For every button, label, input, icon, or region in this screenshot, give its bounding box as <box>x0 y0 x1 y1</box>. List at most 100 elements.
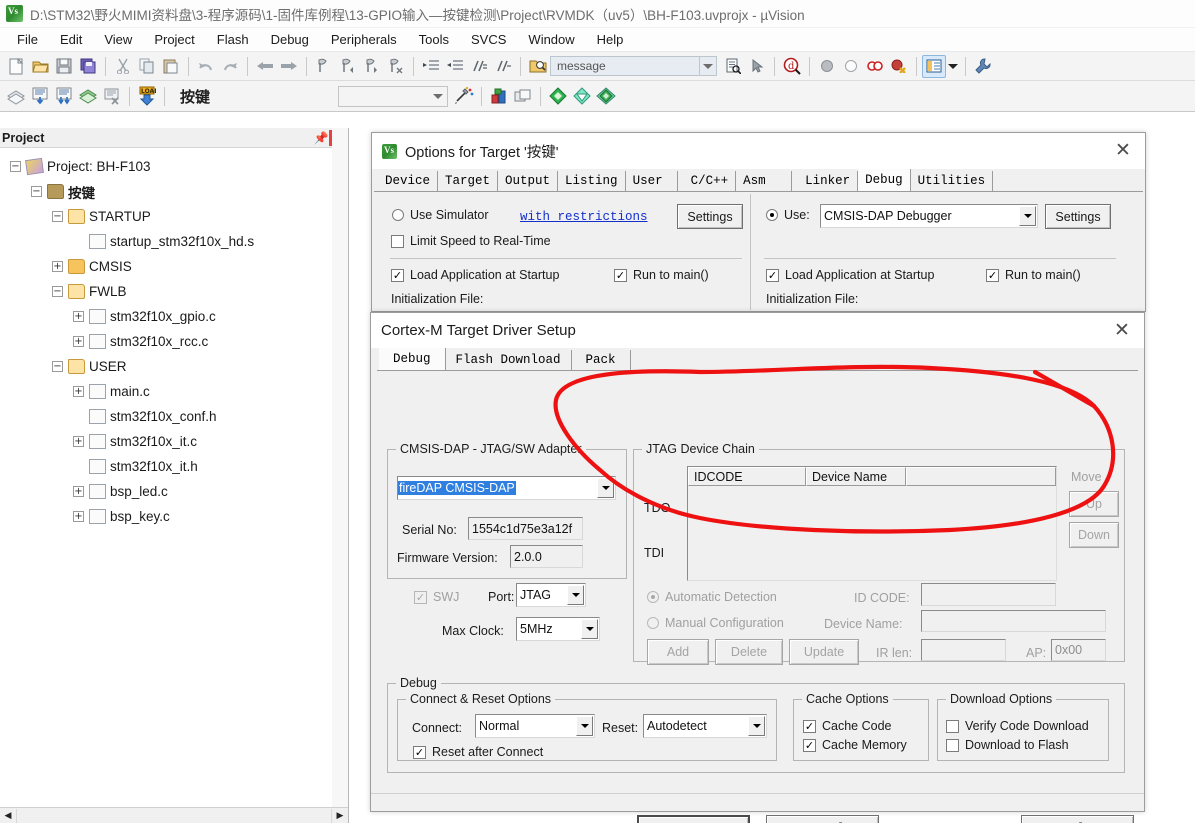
help-button[interactable]: Help <box>1021 815 1134 823</box>
scroll-thumb[interactable] <box>16 808 332 823</box>
chevron-down-icon[interactable] <box>581 619 598 639</box>
chevron-down-icon[interactable] <box>748 716 765 736</box>
menu-item-view[interactable]: View <box>93 30 143 49</box>
debugger-settings-button[interactable]: Settings <box>1045 204 1111 229</box>
menu-item-debug[interactable]: Debug <box>260 30 320 49</box>
tree-item[interactable]: − STARTUP <box>4 204 348 229</box>
load-app-startup-checkbox-dbg[interactable]: ✓ Load Application at Startup <box>766 268 934 282</box>
menu-item-flash[interactable]: Flash <box>206 30 260 49</box>
tree-item[interactable]: + stm32f10x_rcc.c <box>4 329 348 354</box>
menu-item-help[interactable]: Help <box>586 30 635 49</box>
max-clock-select[interactable]: 5MHz <box>516 617 600 641</box>
comment-icon[interactable] <box>467 55 491 78</box>
stop-build-icon[interactable] <box>100 85 124 108</box>
expand-icon[interactable]: + <box>73 436 84 447</box>
tab-asm[interactable]: Asm <box>736 171 793 191</box>
open-file-icon[interactable] <box>28 55 52 78</box>
menu-item-svcs[interactable]: SVCS <box>460 30 517 49</box>
window-manager-dropdown-icon[interactable] <box>946 55 960 78</box>
breakpoint-icon[interactable] <box>815 55 839 78</box>
bookmark-next-icon[interactable] <box>360 55 384 78</box>
reset-after-connect-checkbox[interactable]: ✓ Reset after Connect <box>413 745 543 759</box>
verify-code-download-checkbox[interactable]: Verify Code Download <box>946 719 1089 733</box>
cache-memory-checkbox[interactable]: ✓ Cache Memory <box>803 738 907 752</box>
redo-icon[interactable] <box>218 55 242 78</box>
cancel-button[interactable]: Cancel <box>766 815 879 823</box>
scroll-left-icon[interactable]: ◀ <box>0 808 16 823</box>
target-options-icon[interactable] <box>452 85 476 108</box>
debug-find-icon[interactable]: d <box>780 55 804 78</box>
chevron-down-icon[interactable] <box>576 716 593 736</box>
column-device-name[interactable]: Device Name <box>806 467 906 486</box>
reset-select[interactable]: Autodetect <box>643 714 767 738</box>
window-manager-icon[interactable] <box>922 54 946 78</box>
with-restrictions-link[interactable]: with restrictions <box>520 210 648 224</box>
debugger-select[interactable]: CMSIS-DAP Debugger <box>820 204 1038 228</box>
tree-item[interactable]: + stm32f10x_it.c <box>4 429 348 454</box>
new-file-icon[interactable] <box>4 55 28 78</box>
port-select[interactable]: JTAG <box>516 583 586 607</box>
run-to-main-checkbox-dbg[interactable]: ✓ Run to main() <box>986 268 1081 282</box>
find-in-files-icon[interactable] <box>526 55 550 78</box>
tree-item[interactable]: startup_stm32f10x_hd.s <box>4 229 348 254</box>
column-idcode[interactable]: IDCODE <box>688 467 806 486</box>
chevron-down-icon[interactable] <box>1019 206 1036 226</box>
menu-item-tools[interactable]: Tools <box>408 30 460 49</box>
chevron-down-icon[interactable] <box>597 478 614 498</box>
batch-build-icon[interactable] <box>76 85 100 108</box>
outdent-icon[interactable] <box>443 55 467 78</box>
configure-icon[interactable] <box>971 55 995 78</box>
expand-icon[interactable]: + <box>73 386 84 397</box>
collapse-icon[interactable]: − <box>52 361 63 372</box>
tab-listing[interactable]: Listing <box>558 171 626 191</box>
expand-icon[interactable]: + <box>73 336 84 347</box>
bookmark-toggle-icon[interactable] <box>312 55 336 78</box>
expand-icon[interactable]: + <box>73 511 84 522</box>
tree-item[interactable]: + bsp_key.c <box>4 504 348 529</box>
breakpoints-kill-icon[interactable] <box>863 55 887 78</box>
simulator-settings-button[interactable]: Settings <box>677 204 743 229</box>
expand-icon[interactable]: + <box>73 311 84 322</box>
tree-item[interactable]: − USER <box>4 354 348 379</box>
build-icon[interactable] <box>28 85 52 108</box>
tab-target[interactable]: Target <box>438 171 499 191</box>
undo-icon[interactable] <box>194 55 218 78</box>
breakpoints-disable-icon[interactable] <box>887 55 911 78</box>
uncomment-icon[interactable] <box>491 55 515 78</box>
cut-icon[interactable] <box>111 55 135 78</box>
adapter-select[interactable]: fireDAP CMSIS-DAP <box>397 476 616 500</box>
indent-icon[interactable] <box>419 55 443 78</box>
tab-flash-download[interactable]: Flash Download <box>445 350 572 370</box>
save-icon[interactable] <box>52 55 76 78</box>
scroll-right-icon[interactable]: ▶ <box>332 808 348 823</box>
svcs-icon[interactable] <box>570 85 594 108</box>
expand-icon[interactable]: + <box>52 261 63 272</box>
tree-item[interactable]: stm32f10x_it.h <box>4 454 348 479</box>
collapse-icon[interactable]: − <box>52 286 63 297</box>
target-name-combo[interactable]: 按键 <box>170 86 220 107</box>
close-icon[interactable]: ✕ <box>1101 133 1145 167</box>
breakpoint-disabled-icon[interactable] <box>839 55 863 78</box>
project-horizontal-scrollbar[interactable]: ◀ ▶ <box>0 807 348 823</box>
collapse-icon[interactable]: − <box>31 186 42 197</box>
load-app-startup-checkbox-sim[interactable]: ✓ Load Application at Startup <box>391 268 559 282</box>
tab-output[interactable]: Output <box>498 171 559 191</box>
use-debugger-radio[interactable]: Use: <box>766 208 810 222</box>
tab-debug[interactable]: Debug <box>858 169 911 191</box>
tree-item[interactable]: − Project: BH-F103 <box>4 154 348 179</box>
cursor-icon[interactable] <box>745 55 769 78</box>
search-input[interactable]: message <box>550 56 700 76</box>
tab-debug[interactable]: Debug <box>379 348 446 370</box>
target-dropdown-button[interactable] <box>338 85 449 107</box>
text-search-icon[interactable] <box>721 55 745 78</box>
tab-utilities[interactable]: Utilities <box>910 171 994 191</box>
bookmark-prev-icon[interactable] <box>336 55 360 78</box>
tab-linker[interactable]: Linker <box>798 171 859 191</box>
menu-item-edit[interactable]: Edit <box>49 30 93 49</box>
menu-item-window[interactable]: Window <box>517 30 585 49</box>
tree-item[interactable]: + bsp_led.c <box>4 479 348 504</box>
download-icon[interactable]: LOAD <box>135 85 159 108</box>
connect-select[interactable]: Normal <box>475 714 595 738</box>
tab-user[interactable]: User <box>625 171 678 191</box>
pin-icon[interactable]: 📌 <box>313 130 329 146</box>
